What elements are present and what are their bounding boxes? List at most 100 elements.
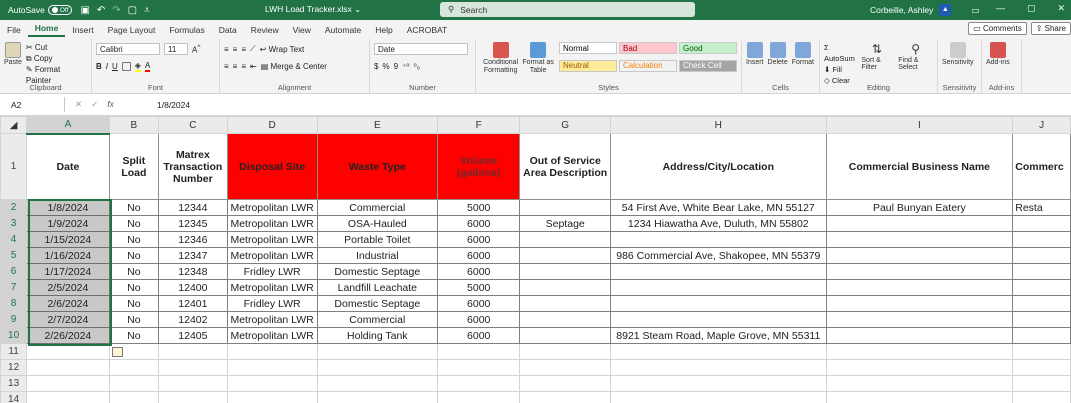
cell[interactable]: Fridley LWR [226, 295, 318, 312]
row-header[interactable]: 13 [0, 375, 28, 392]
empty-cell[interactable] [108, 375, 160, 392]
cell[interactable] [519, 327, 612, 344]
cell[interactable]: No [108, 231, 160, 248]
font-name-select[interactable]: Calibri [96, 43, 160, 55]
fill-button[interactable]: ⬇ Fill [824, 64, 855, 75]
cell[interactable] [825, 279, 1014, 296]
row-header[interactable]: 6 [0, 263, 28, 280]
cell[interactable]: 1/16/2024 [26, 247, 110, 264]
tab-insert[interactable]: Insert [65, 25, 100, 35]
cell[interactable]: 12346 [158, 231, 228, 248]
cell[interactable] [1012, 327, 1071, 344]
cell[interactable] [1012, 215, 1071, 232]
align-top-icon[interactable]: ≡ [224, 45, 229, 54]
column-header-h[interactable]: H [610, 116, 827, 134]
cell[interactable] [825, 231, 1014, 248]
name-box[interactable]: A2 [3, 97, 65, 112]
column-title-i[interactable]: Commercial Business Name [825, 133, 1014, 200]
row-header[interactable]: 4 [0, 231, 28, 248]
format-as-table-button[interactable]: Format as Table [521, 42, 555, 75]
cell[interactable]: Metropolitan LWR [226, 215, 318, 232]
font-size-select[interactable]: 11 [164, 43, 188, 55]
tab-help[interactable]: Help [368, 25, 399, 35]
enter-icon[interactable]: ✓ [91, 99, 98, 110]
align-left-icon[interactable]: ≡ [224, 62, 229, 71]
sort-filter-button[interactable]: ⇅ Sort & Filter [861, 42, 892, 86]
tab-page-layout[interactable]: Page Layout [101, 25, 163, 35]
cell[interactable]: Commercial [316, 199, 439, 216]
column-header-e[interactable]: E [316, 116, 439, 134]
empty-cell[interactable] [158, 391, 228, 403]
column-header-d[interactable]: D [226, 116, 318, 134]
fx-icon[interactable]: fx [107, 99, 114, 110]
cell[interactable]: 1/8/2024 [26, 199, 110, 216]
empty-cell[interactable] [437, 343, 521, 360]
align-middle-icon[interactable]: ≡ [233, 45, 238, 54]
cell[interactable] [825, 327, 1014, 344]
empty-cell[interactable] [1012, 375, 1071, 392]
cell[interactable]: Metropolitan LWR [226, 311, 318, 328]
cell[interactable]: 6000 [437, 247, 521, 264]
empty-cell[interactable] [26, 359, 110, 376]
row-header[interactable]: 14 [0, 391, 28, 403]
currency-button[interactable]: $ [374, 62, 378, 71]
empty-cell[interactable] [158, 375, 228, 392]
cell[interactable]: Paul Bunyan Eatery [825, 199, 1014, 216]
cell[interactable] [825, 247, 1014, 264]
row-header[interactable]: 3 [0, 215, 28, 232]
row-header[interactable]: 2 [0, 199, 28, 216]
find-select-button[interactable]: ⚲ Find & Select [898, 42, 933, 86]
empty-cell[interactable] [1012, 391, 1071, 403]
sensitivity-button[interactable]: Sensitivity [942, 42, 974, 66]
cell[interactable]: Septage [519, 215, 612, 232]
cell[interactable]: OSA-Hauled [316, 215, 439, 232]
maximize-icon[interactable]: ▢ [1027, 3, 1036, 14]
cell[interactable]: 12402 [158, 311, 228, 328]
tab-automate[interactable]: Automate [318, 25, 368, 35]
cell[interactable]: 6000 [437, 215, 521, 232]
cell[interactable] [825, 263, 1014, 280]
italic-icon[interactable]: I [106, 62, 108, 71]
cell[interactable] [825, 215, 1014, 232]
empty-cell[interactable] [437, 375, 521, 392]
empty-cell[interactable] [610, 343, 827, 360]
empty-cell[interactable] [226, 359, 318, 376]
wrap-text-button[interactable]: ↩ Wrap Text [260, 45, 305, 54]
minimize-icon[interactable]: — [996, 3, 1005, 14]
autosum-button[interactable]: Σ AutoSum [824, 42, 855, 64]
empty-cell[interactable] [26, 391, 110, 403]
cell[interactable]: Landfill Leachate [316, 279, 439, 296]
cell[interactable]: 2/5/2024 [26, 279, 110, 296]
cell[interactable]: Holding Tank [316, 327, 439, 344]
row-header[interactable]: 10 [0, 327, 28, 344]
cell[interactable] [1012, 263, 1071, 280]
formula-input[interactable]: 1/8/2024 [145, 100, 190, 110]
row-header[interactable]: 5 [0, 247, 28, 264]
tab-data[interactable]: Data [212, 25, 244, 35]
column-header-a[interactable]: A [26, 116, 110, 135]
customize-qat-icon[interactable]: ⩡ [144, 5, 150, 16]
conditional-formatting-button[interactable]: Conditional Formatting [480, 42, 521, 75]
empty-cell[interactable] [519, 359, 612, 376]
cell[interactable]: Commercial [316, 311, 439, 328]
cell[interactable]: Metropolitan LWR [226, 231, 318, 248]
cell[interactable] [1012, 279, 1071, 296]
cell[interactable]: 12400 [158, 279, 228, 296]
bold-icon[interactable]: B [96, 62, 102, 71]
empty-cell[interactable] [825, 343, 1014, 360]
cell[interactable]: 1/9/2024 [26, 215, 110, 232]
cell-style-calculation[interactable]: Calculation [619, 59, 677, 72]
empty-cell[interactable] [610, 359, 827, 376]
tab-formulas[interactable]: Formulas [162, 25, 211, 35]
empty-cell[interactable] [437, 391, 521, 403]
column-title-h[interactable]: Address/City/Location [610, 133, 827, 200]
cell[interactable]: Metropolitan LWR [226, 199, 318, 216]
empty-cell[interactable] [316, 391, 439, 403]
column-header-j[interactable]: J [1012, 116, 1071, 134]
file-name[interactable]: LWH Load Tracker.xlsx ⌄ [265, 4, 361, 15]
column-title-a[interactable]: Date [26, 133, 110, 200]
column-header-f[interactable]: F [437, 116, 521, 134]
row-header[interactable]: 11 [0, 343, 28, 360]
empty-cell[interactable] [610, 391, 827, 403]
cell[interactable]: 1234 Hiawatha Ave, Duluth, MN 55802 [610, 215, 827, 232]
